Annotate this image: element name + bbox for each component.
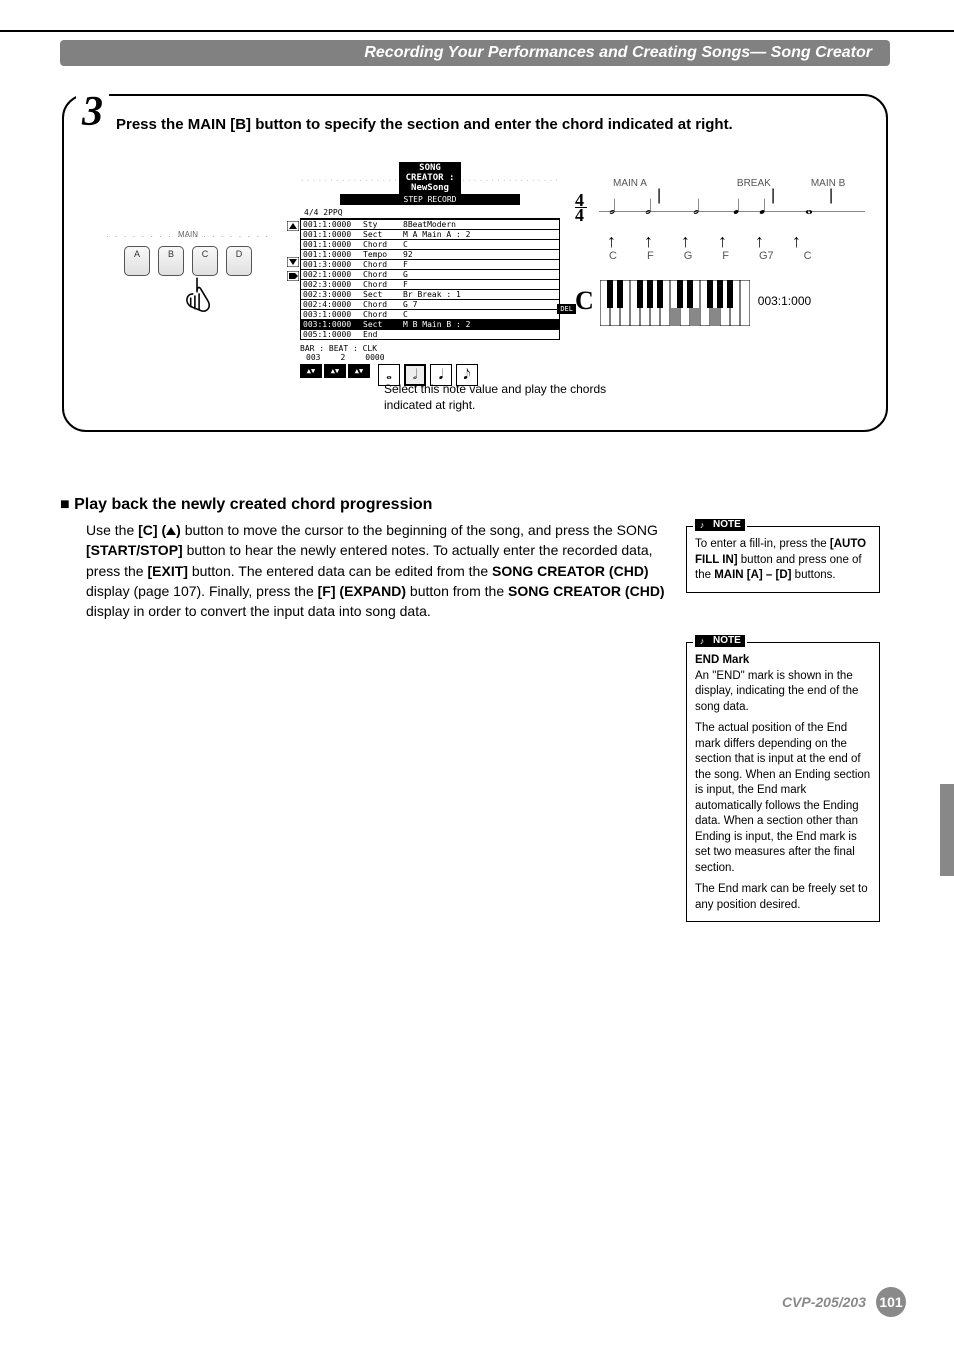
chord-label: F <box>722 250 729 262</box>
lcd-tab: STEP RECORD <box>340 194 520 205</box>
lcd-row: 005:1:0000End <box>301 329 559 339</box>
note-icon: ♪ <box>695 519 709 531</box>
lcd-row: 003:1:0000ChordC <box>301 309 559 319</box>
lcd-row: 002:3:0000Sect Br Break : 1 <box>301 289 559 299</box>
triangle-up-icon <box>166 527 176 535</box>
keyboard-position: 003:1:000 <box>758 294 811 308</box>
lcd-row: 003:1:0000SectM B Main B : 2 <box>301 319 559 329</box>
pointing-hand-icon <box>176 275 218 322</box>
marker-icon <box>287 271 299 281</box>
arrow-up-icon: ↑ <box>681 231 690 252</box>
spinner-2[interactable]: ▲▼ <box>324 364 346 378</box>
lcd-row: 001:1:0000SectM A Main A : 2 <box>301 229 559 239</box>
main-button-panel: · · · · · · · · · · MAIN · · · · · · · ·… <box>106 230 270 320</box>
main-c-button[interactable]: C <box>192 246 218 276</box>
main-d-button[interactable]: D <box>226 246 252 276</box>
beat-val: 2 <box>340 353 345 362</box>
arrow-up-icon: ↑ <box>607 231 616 252</box>
chord-big-label: C <box>575 286 594 316</box>
note-box-1: ♪NOTE To enter a fill-in, press the [AUT… <box>686 526 880 593</box>
chord-label: F <box>647 250 654 262</box>
bar-beat-clk-label: BAR : BEAT : CLK <box>300 344 560 353</box>
lcd-caption: Select this note value and play the chor… <box>384 382 624 413</box>
lcd-row: 001:1:0000Sty8BeatModern <box>301 219 559 229</box>
lcd-row: 002:4:0000ChordG 7 <box>301 299 559 309</box>
chapter-header: Recording Your Performances and Creating… <box>60 40 890 66</box>
step-number: 3 <box>76 94 109 130</box>
chord-label: C <box>609 250 617 262</box>
model-label: CVP-205/203 <box>782 1294 866 1310</box>
keyboard-diagram: C 003:1:000 <box>575 280 875 326</box>
subheading: ■ Play back the newly created chord prog… <box>60 496 890 514</box>
section-label-maina: MAIN A <box>613 178 647 189</box>
lcd-screen: .................SONG CREATOR : NewSong.… <box>300 162 560 386</box>
step-instruction: Press the MAIN [B] button to specify the… <box>116 116 868 133</box>
lcd-row: 001:1:0000Tempo 92 <box>301 249 559 259</box>
section-label-break: BREAK <box>737 178 771 189</box>
chord-label: C <box>804 250 812 262</box>
page-footer: CVP-205/203 101 <box>782 1287 906 1317</box>
spinner-1[interactable]: ▲▼ <box>300 364 322 378</box>
chord-label: G <box>684 250 693 262</box>
arrow-up-icon: ↑ <box>644 231 653 252</box>
bar-val: 003 <box>306 353 320 362</box>
arrow-up-icon: ↑ <box>755 231 764 252</box>
note-box-2: ♪NOTE END Mark An "END" mark is shown in… <box>686 642 880 922</box>
note2-title: END Mark <box>695 654 749 666</box>
lcd-row: 001:1:0000ChordC <box>301 239 559 249</box>
arrow-up-icon: ↑ <box>718 231 727 252</box>
chord-label: G7 <box>759 250 774 262</box>
clk-val: 0000 <box>365 353 384 362</box>
body-paragraph: Use the [C] () button to move the cursor… <box>86 520 682 621</box>
delete-button[interactable]: DEL <box>557 304 576 314</box>
notation-area: MAIN A BREAK MAIN B 4 4 𝅗𝅥 𝅗𝅥 | 𝅗𝅥 𝅘𝅥 𝅘𝅥… <box>575 178 865 262</box>
time-signature: 4 4 <box>575 193 587 222</box>
panel-label-row: · · · · · · · · · · MAIN · · · · · · · ·… <box>106 230 270 242</box>
thumb-tab <box>940 784 954 876</box>
top-rule <box>0 30 954 32</box>
lcd-meta: 4/4 2PPQ <box>300 207 560 218</box>
spinner-3[interactable]: ▲▼ <box>348 364 370 378</box>
up-nav-icon <box>287 221 299 231</box>
note-icon: ♪ <box>695 635 709 647</box>
lcd-row: 002:3:0000ChordF <box>301 279 559 289</box>
main-a-button[interactable]: A <box>124 246 150 276</box>
down-nav-icon <box>287 257 299 267</box>
lcd-row: 001:3:0000ChordF <box>301 259 559 269</box>
arrow-up-icon: ↑ <box>792 231 801 252</box>
chapter-title: Recording Your Performances and Creating… <box>364 44 872 62</box>
lcd-event-list: 001:1:0000Sty8BeatModern001:1:0000SectM … <box>300 218 560 340</box>
lcd-title: SONG CREATOR : NewSong <box>399 162 461 194</box>
page-number: 101 <box>876 1287 906 1317</box>
main-b-button[interactable]: B <box>158 246 184 276</box>
lcd-row: 002:1:0000ChordG <box>301 269 559 279</box>
